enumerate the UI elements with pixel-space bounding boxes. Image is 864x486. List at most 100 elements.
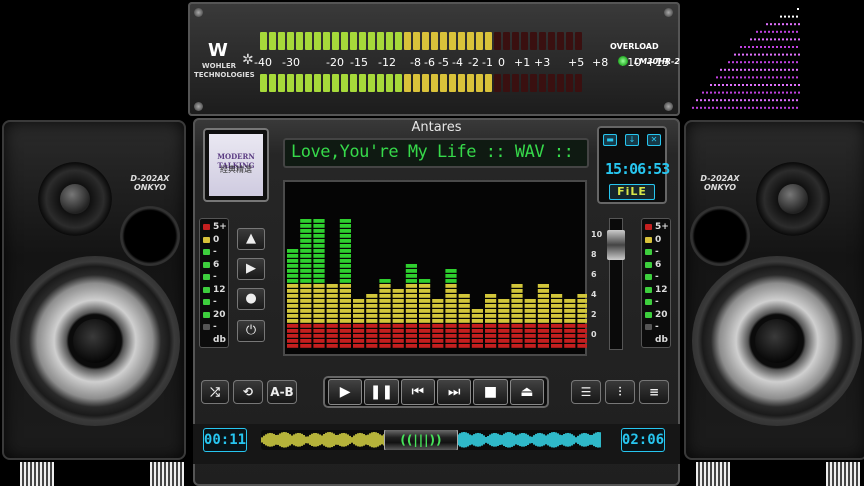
decorative-dot	[752, 46, 754, 48]
spectrum-bar-segment	[313, 259, 325, 263]
seek-bar[interactable]: ((|||))	[261, 430, 601, 450]
spectrum-bar-segment	[405, 304, 417, 308]
vu-segment	[377, 32, 384, 50]
spectrum-bar-segment	[471, 319, 483, 323]
decorative-dot	[754, 53, 756, 56]
volume-scale-label: 10	[591, 230, 603, 239]
waveform-sample	[309, 434, 311, 445]
file-button[interactable]: FiLE	[609, 184, 655, 200]
spectrum-bar-segment	[353, 324, 365, 328]
spectrum-bar-segment	[287, 324, 299, 328]
decorative-dot	[740, 106, 742, 109]
decorative-dot	[764, 106, 766, 109]
volume-slider-knob[interactable]	[607, 230, 625, 260]
decorative-dot	[696, 106, 698, 109]
spectrum-bar-segment	[445, 279, 457, 283]
decorative-dot	[756, 46, 758, 48]
decorative-dot	[728, 61, 730, 64]
waveform-sample	[589, 434, 591, 445]
waveform-sample	[597, 432, 599, 448]
waveform-sample	[377, 433, 379, 447]
spectrum-bar-segment	[392, 304, 404, 308]
spectrum-bar-segment	[445, 314, 457, 318]
repeat-button[interactable]: ⟲	[233, 380, 263, 404]
playlist-button[interactable]: ☰	[571, 380, 601, 404]
decorative-dot	[776, 76, 778, 79]
decorative-dot	[760, 76, 762, 79]
waveform-sample	[271, 433, 273, 447]
spectrum-bar-segment	[405, 279, 417, 283]
level-meter-label: 5+	[655, 222, 669, 232]
decorative-dot	[784, 68, 786, 71]
right-speaker-foot	[826, 462, 860, 486]
shuffle-button[interactable]: ⤮	[201, 380, 229, 404]
vu-segment	[557, 32, 564, 50]
spectrum-bar-segment	[300, 284, 312, 288]
level-meter-label: 0	[213, 234, 220, 245]
spectrum-bar-segment	[551, 294, 563, 298]
eject-button[interactable]: ▲	[237, 228, 265, 250]
record-button[interactable]: ●	[237, 288, 265, 310]
spectrum-bar-segment	[339, 254, 351, 258]
spectrum-bar-segment	[511, 344, 523, 348]
spectrum-bar-segment	[511, 289, 523, 293]
decorative-dot	[760, 68, 762, 71]
spectrum-bar-segment	[300, 229, 312, 233]
mini-mode-icon[interactable]: ↓	[625, 134, 639, 146]
decorative-dot	[760, 46, 762, 48]
spectrum-bar-segment	[353, 339, 365, 343]
play-button[interactable]: ▶	[328, 379, 363, 405]
spectrum-bar-segment	[313, 274, 325, 278]
power-button[interactable]: ⏻	[237, 320, 265, 342]
spectrum-bar-segment	[537, 334, 549, 338]
waveform-sample	[489, 434, 491, 446]
waveform-sample	[553, 432, 555, 448]
pause-button[interactable]: ❚❚	[364, 379, 399, 405]
ab-repeat-button[interactable]: A-B	[267, 380, 297, 404]
spectrum-bar-segment	[392, 329, 404, 333]
decorative-dot	[784, 99, 786, 102]
decorative-dot	[712, 106, 714, 109]
album-art[interactable]: MODERN TALKING 經典精選	[203, 128, 269, 202]
spectrum-bar-segment	[405, 269, 417, 273]
eject-transport-button[interactable]: ⏏	[509, 379, 544, 405]
menu-button[interactable]: ≡	[639, 380, 669, 404]
spectrum-bar-segment	[471, 314, 483, 318]
waveform-sample	[269, 432, 271, 447]
waveform-sample	[565, 433, 567, 447]
waveform-sample	[265, 434, 267, 446]
spectrum-bar-segment	[471, 339, 483, 343]
minimize-icon[interactable]: ▬	[603, 134, 617, 146]
spectrum-bar-segment	[313, 234, 325, 238]
spectrum-bar-segment	[392, 294, 404, 298]
decorative-dot	[784, 15, 786, 18]
next-button[interactable]: ⏭	[436, 379, 472, 405]
spectrum-bar-segment	[537, 304, 549, 308]
close-icon[interactable]: ✕	[647, 134, 661, 146]
decorative-dot	[776, 99, 778, 102]
vu-segment	[341, 74, 348, 92]
waveform-sample	[485, 436, 487, 443]
vu-scale-label: -4	[452, 56, 463, 69]
level-led	[645, 337, 652, 343]
vu-segment	[332, 32, 339, 50]
spectrum-bar-segment	[551, 334, 563, 338]
decorative-dot	[768, 46, 770, 48]
level-meter-label: -	[213, 322, 217, 332]
equalizer-button[interactable]: ⫶	[605, 380, 635, 404]
decorative-dot	[778, 91, 780, 94]
vu-segment	[530, 74, 537, 92]
waveform-sample	[289, 434, 291, 446]
playlist-view-button[interactable]: ▶	[237, 258, 265, 280]
stop-button[interactable]: ■	[473, 379, 508, 405]
seek-knob[interactable]: ((|||))	[384, 430, 459, 450]
waveform-sample	[543, 434, 545, 446]
waveform-sample	[575, 437, 577, 443]
spectrum-bar-segment	[379, 319, 391, 323]
previous-button[interactable]: ⏮	[400, 379, 435, 405]
vu-meter-scale: -40 -30 -20 -15 -12 -8 -6 -5 -4 -2 -1 0 +1 +3 +5 +8 +10 +…	[246, 56, 669, 70]
spectrum-bar-segment	[300, 269, 312, 273]
decorative-dot	[772, 30, 774, 33]
spectrum-bar-segment	[537, 299, 549, 303]
vu-segment	[260, 32, 267, 50]
